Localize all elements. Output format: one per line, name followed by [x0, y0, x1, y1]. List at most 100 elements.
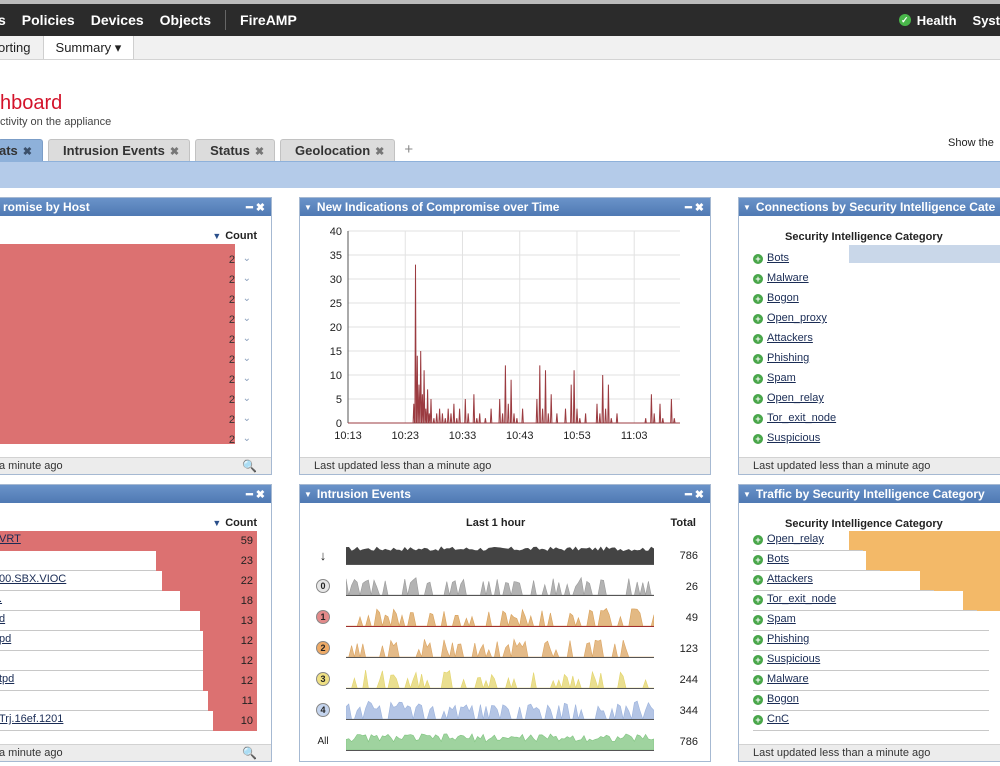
add-filter-icon[interactable]: + — [753, 635, 763, 645]
category-link[interactable]: Tor_exit_node — [767, 412, 836, 424]
subnav-summary[interactable]: Summary ▾ — [43, 36, 135, 59]
category-row[interactable]: + Bogon — [753, 691, 1000, 711]
category-row[interactable]: + Bots — [753, 252, 1000, 272]
category-link[interactable]: Bogon — [767, 292, 799, 304]
category-link[interactable]: Attackers — [767, 332, 813, 344]
magnifier-icon[interactable]: 🔍 — [242, 459, 257, 473]
category-row[interactable]: + Suspicious — [753, 651, 1000, 671]
add-filter-icon[interactable]: + — [753, 294, 763, 304]
add-filter-icon[interactable]: + — [753, 535, 763, 545]
intrusion-row[interactable]: 1 49 — [310, 604, 698, 634]
category-row[interactable]: + Phishing — [753, 352, 1000, 372]
category-row[interactable]: + Attackers — [753, 332, 1000, 352]
host-row[interactable]: 2 ⌄ — [0, 290, 261, 310]
add-filter-icon[interactable]: + — [753, 695, 763, 705]
signature-link[interactable]: Trj.16ef.1201 — [0, 713, 63, 725]
category-row[interactable]: + Spam — [753, 611, 1000, 631]
add-filter-icon[interactable]: + — [753, 354, 763, 364]
nav-item-analysis[interactable]: s — [0, 12, 14, 28]
category-column-header[interactable]: Security Intelligence Category — [785, 231, 943, 243]
tab-threats[interactable]: ats ✖ — [0, 139, 44, 161]
chevron-down-icon[interactable]: ⌄ — [243, 353, 251, 364]
chevron-down-icon[interactable]: ⌄ — [243, 313, 251, 324]
add-filter-icon[interactable]: + — [753, 595, 763, 605]
category-row[interactable]: + Tor_exit_node — [753, 591, 1000, 611]
nav-item-devices[interactable]: Devices — [83, 12, 152, 28]
category-link[interactable]: Bots — [767, 252, 789, 264]
signature-row[interactable]: 23 — [0, 551, 257, 571]
add-filter-icon[interactable]: + — [753, 314, 763, 324]
category-link[interactable]: Bots — [767, 553, 789, 565]
add-filter-icon[interactable]: + — [753, 434, 763, 444]
host-row[interactable]: 2 ⌄ — [0, 430, 261, 450]
category-row[interactable]: + Suspicious — [753, 432, 1000, 452]
close-icon[interactable]: ✖ — [23, 146, 32, 158]
category-link[interactable]: Malware — [767, 673, 809, 685]
category-row[interactable]: + Spam — [753, 372, 1000, 392]
category-row[interactable]: + Malware — [753, 671, 1000, 691]
category-link[interactable]: Bogon — [767, 693, 799, 705]
category-row[interactable]: + Tor_exit_node — [753, 412, 1000, 432]
host-row[interactable]: 2 ⌄ — [0, 370, 261, 390]
intrusion-row[interactable]: 4 344 — [310, 697, 698, 727]
category-link[interactable]: Suspicious — [767, 653, 820, 665]
host-row[interactable]: 2 ⌄ — [0, 330, 261, 350]
intrusion-row[interactable]: All 786 — [310, 728, 698, 758]
category-row[interactable]: + Malware — [753, 272, 1000, 292]
category-row[interactable]: + Attackers — [753, 571, 1000, 591]
add-filter-icon[interactable]: + — [753, 715, 763, 725]
host-row[interactable]: 2 ⌄ — [0, 250, 261, 270]
widget-controls-icon[interactable]: ━ ✖ — [685, 201, 710, 214]
chevron-down-icon[interactable]: ⌄ — [243, 373, 251, 384]
signature-row[interactable]: 11 — [0, 691, 257, 711]
category-link[interactable]: Open_relay — [767, 392, 824, 404]
host-row[interactable]: 2 ⌄ — [0, 410, 261, 430]
signature-row[interactable]: tpd 12 — [0, 671, 257, 691]
signature-row[interactable]: . 18 — [0, 591, 257, 611]
signature-link[interactable]: tpd — [0, 673, 14, 685]
add-filter-icon[interactable]: + — [753, 655, 763, 665]
category-row[interactable]: + Open_relay — [753, 392, 1000, 412]
signature-row[interactable]: Trj.16ef.1201 10 — [0, 711, 257, 731]
category-row[interactable]: + Bots — [753, 551, 1000, 571]
category-link[interactable]: CnC — [767, 713, 789, 725]
category-link[interactable]: Spam — [767, 613, 796, 625]
add-filter-icon[interactable]: + — [753, 615, 763, 625]
signature-link[interactable]: d — [0, 613, 5, 625]
add-tab-icon[interactable]: + — [400, 141, 413, 161]
chevron-down-icon[interactable]: ⌄ — [243, 413, 251, 424]
nav-item-policies[interactable]: Policies — [14, 12, 83, 28]
widget-header[interactable]: ▼ Intrusion Events ━ ✖ — [300, 485, 710, 503]
intrusion-row[interactable]: ↓ 786 — [310, 542, 698, 572]
category-link[interactable]: Suspicious — [767, 432, 820, 444]
signature-row[interactable]: pd 12 — [0, 631, 257, 651]
chevron-down-icon[interactable]: ⌄ — [243, 253, 251, 264]
system-link[interactable]: Syst — [973, 13, 1000, 28]
signature-link[interactable]: pd — [0, 633, 11, 645]
category-row[interactable]: + Open_proxy — [753, 312, 1000, 332]
signature-link[interactable]: 00.SBX.VIOC — [0, 573, 66, 585]
category-link[interactable]: Attackers — [767, 573, 813, 585]
intrusion-row[interactable]: 3 244 — [310, 666, 698, 696]
category-row[interactable]: + Phishing — [753, 631, 1000, 651]
category-link[interactable]: Phishing — [767, 633, 809, 645]
chevron-down-icon[interactable]: ⌄ — [243, 273, 251, 284]
magnifier-icon[interactable]: 🔍 — [242, 746, 257, 760]
widget-header[interactable]: ▼ Connections by Security Intelligence C… — [739, 198, 1000, 216]
chevron-down-icon[interactable]: ⌄ — [243, 293, 251, 304]
add-filter-icon[interactable]: + — [753, 274, 763, 284]
category-link[interactable]: Open_proxy — [767, 312, 827, 324]
add-filter-icon[interactable]: + — [753, 334, 763, 344]
chevron-down-icon[interactable]: ⌄ — [243, 433, 251, 444]
collapse-icon[interactable]: ▼ — [743, 490, 751, 499]
category-link[interactable]: Phishing — [767, 352, 809, 364]
category-row[interactable]: + CnC — [753, 711, 1000, 731]
add-filter-icon[interactable]: + — [753, 555, 763, 565]
add-filter-icon[interactable]: + — [753, 414, 763, 424]
add-filter-icon[interactable]: + — [753, 374, 763, 384]
collapse-icon[interactable]: ▼ — [304, 490, 312, 499]
widget-controls-icon[interactable]: ━ ✖ — [246, 201, 271, 214]
health-link[interactable]: ✓ Health — [898, 13, 973, 28]
subnav-reporting[interactable]: orting — [0, 36, 44, 59]
add-filter-icon[interactable]: + — [753, 394, 763, 404]
